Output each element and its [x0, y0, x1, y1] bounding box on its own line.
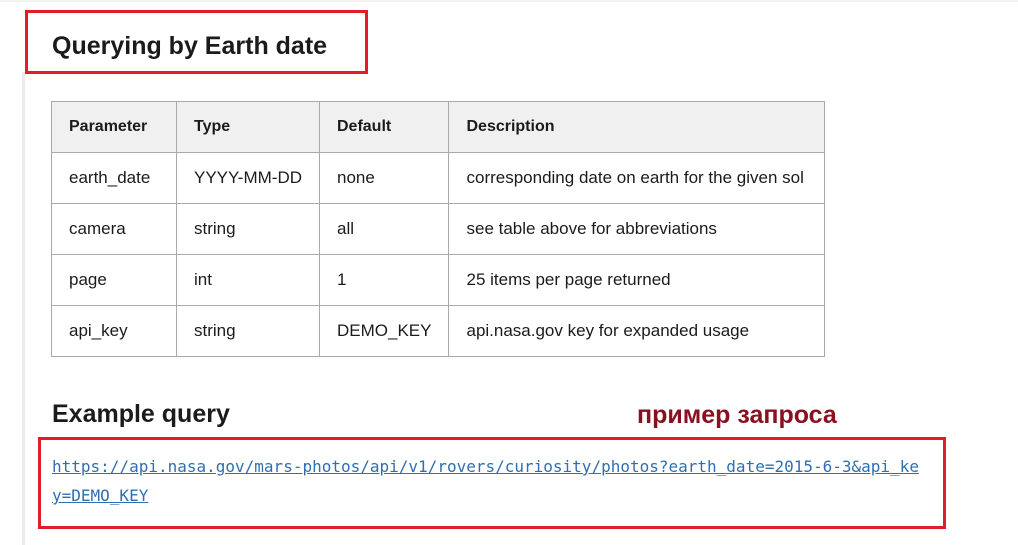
cell-default: none [318, 152, 450, 204]
table-row: earth_date YYYY-MM-DD none corresponding… [51, 152, 825, 204]
table-header-row: Parameter Type Default Description [51, 101, 825, 153]
cell-parameter: earth_date [51, 152, 177, 204]
cell-description: 25 items per page returned [448, 254, 825, 306]
header-description: Description [448, 101, 825, 153]
cell-description: see table above for abbreviations [448, 203, 825, 255]
cell-type: string [176, 203, 320, 255]
table-row: camera string all see table above for ab… [51, 203, 825, 255]
content-left-rule [22, 72, 25, 545]
cell-parameter: api_key [51, 305, 177, 357]
cell-default: DEMO_KEY [318, 305, 450, 357]
parameters-table: Parameter Type Default Description earth… [51, 101, 825, 357]
cell-parameter: page [51, 254, 177, 306]
cell-description: corresponding date on earth for the give… [448, 152, 825, 204]
example-query-link[interactable]: https://api.nasa.gov/mars-photos/api/v1/… [52, 452, 922, 510]
cell-type: string [176, 305, 320, 357]
top-divider [0, 0, 1018, 2]
table-row: api_key string DEMO_KEY api.nasa.gov key… [51, 305, 825, 357]
annotation-label: пример запроса [637, 401, 837, 429]
example-query-heading: Example query [52, 400, 230, 428]
cell-type: YYYY-MM-DD [176, 152, 320, 204]
cell-type: int [176, 254, 320, 306]
cell-parameter: camera [51, 203, 177, 255]
header-type: Type [176, 101, 320, 153]
cell-description: api.nasa.gov key for expanded usage [448, 305, 825, 357]
header-parameter: Parameter [51, 101, 177, 153]
cell-default: 1 [318, 254, 450, 306]
cell-default: all [318, 203, 450, 255]
header-default: Default [318, 101, 450, 153]
title-highlight-box [25, 10, 368, 74]
table-row: page int 1 25 items per page returned [51, 254, 825, 306]
